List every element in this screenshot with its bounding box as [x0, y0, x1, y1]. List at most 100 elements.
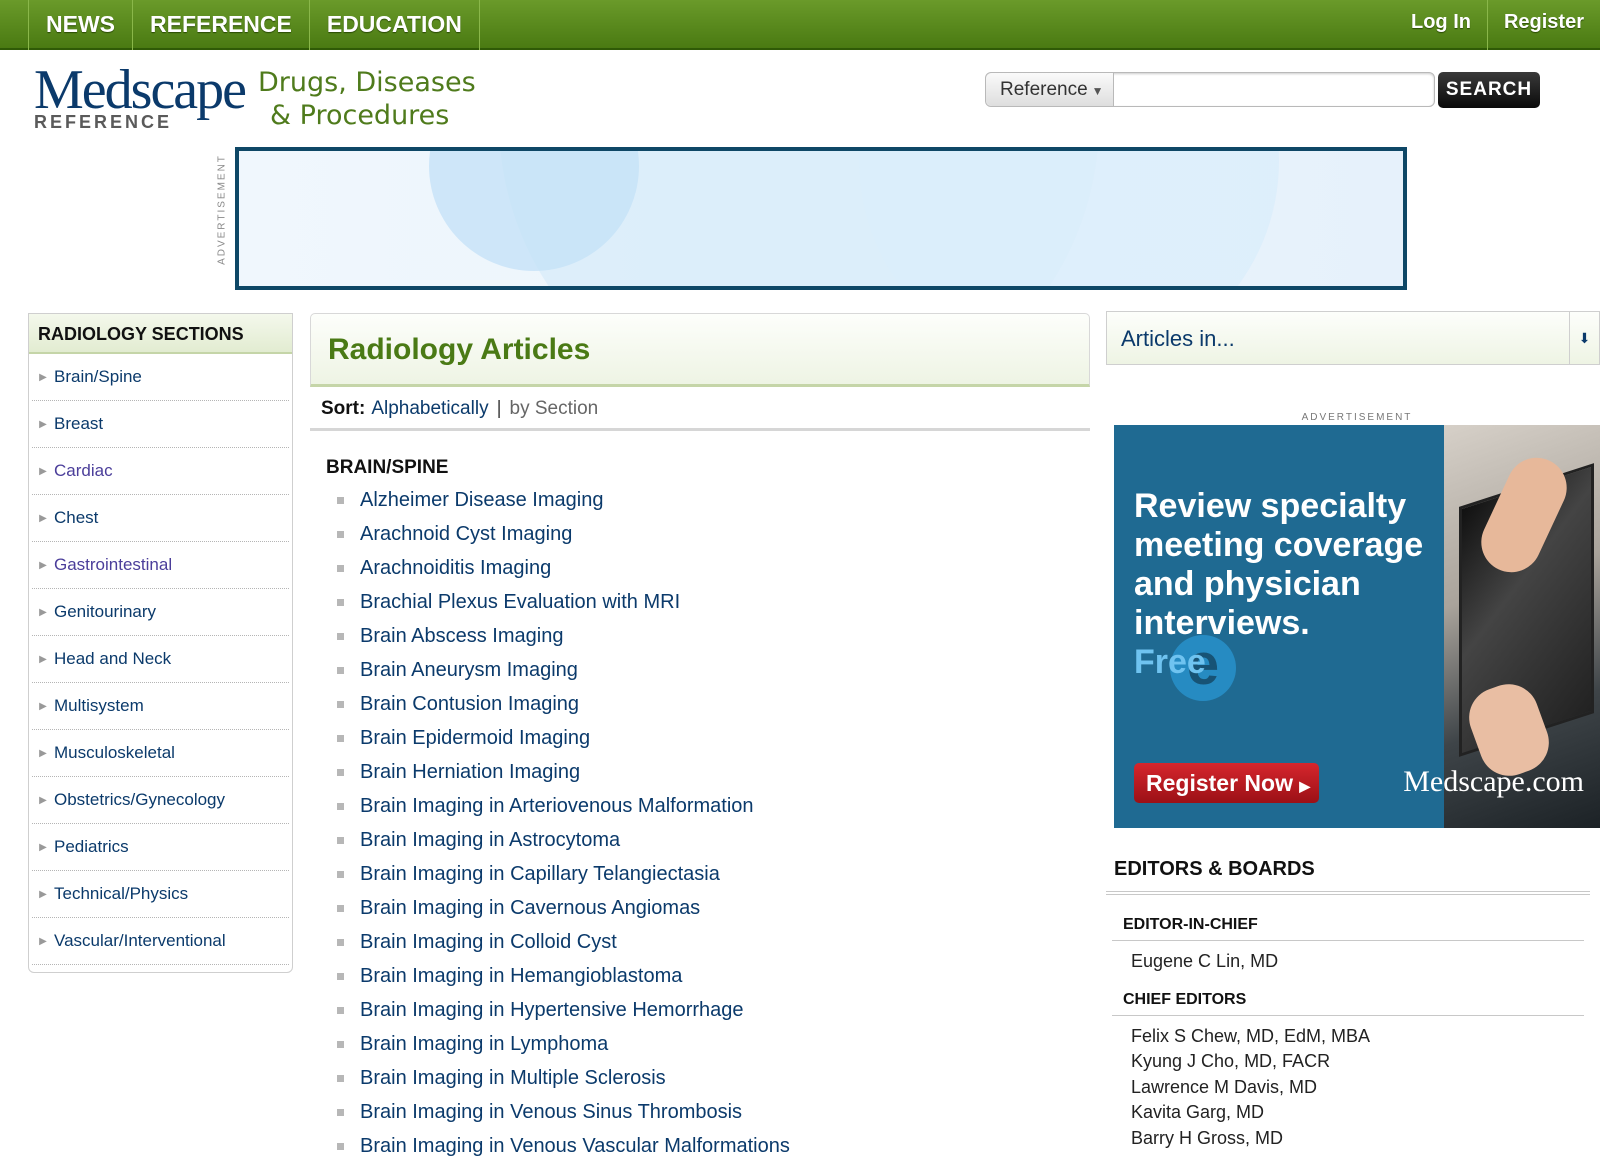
article-link[interactable]: Brain Imaging in Hemangioblastoma	[310, 959, 1090, 993]
article-title: Arachnoid Cyst Imaging	[360, 522, 573, 545]
bullet-icon	[337, 1006, 344, 1014]
article-link[interactable]: Brain Imaging in Cavernous Angiomas	[310, 891, 1090, 925]
sidebar-item-label: Cardiac	[54, 461, 113, 480]
article-link[interactable]: Brain Aneurysm Imaging	[310, 653, 1090, 687]
chief-editor-name[interactable]: Kyung J Cho, MD, FACR	[1106, 1049, 1590, 1075]
editor-in-chief-name[interactable]: Eugene C Lin, MD	[1106, 949, 1590, 975]
article-title: Brain Imaging in Venous Sinus Thrombosis	[360, 1100, 743, 1123]
sidebar-item-pediatrics[interactable]: ▶ Pediatrics	[32, 824, 289, 871]
register-link[interactable]: Register	[1486, 0, 1600, 50]
chevron-right-icon: ▶	[39, 559, 47, 571]
search-scope-value: Reference	[1000, 79, 1088, 100]
sidebar-item-label: Brain/Spine	[54, 367, 142, 386]
article-link[interactable]: Brain Imaging in Capillary Telangiectasi…	[310, 857, 1090, 891]
sidebar-item-breast[interactable]: ▶ Breast	[32, 401, 289, 448]
article-link[interactable]: Brain Imaging in Hypertensive Hemorrhage	[310, 993, 1090, 1027]
article-list: Alzheimer Disease Imaging Arachnoid Cyst …	[310, 483, 1090, 1163]
search-scope-select[interactable]: Reference ▼	[986, 73, 1114, 106]
article-link[interactable]: Brain Contusion Imaging	[310, 687, 1090, 721]
sort-label: Sort:	[321, 398, 366, 419]
bullet-icon	[337, 1142, 344, 1150]
sidebar-item-vascular-interventional[interactable]: ▶ Vascular/Interventional	[32, 918, 289, 965]
sidebar-item-genitourinary[interactable]: ▶ Genitourinary	[32, 589, 289, 636]
bullet-icon	[337, 632, 344, 640]
article-title: Brain Imaging in Multiple Sclerosis	[360, 1066, 666, 1089]
article-link[interactable]: Alzheimer Disease Imaging	[310, 483, 1090, 517]
bullet-icon	[337, 836, 344, 844]
sidebar-item-cardiac[interactable]: ▶ Cardiac	[32, 448, 289, 495]
article-link[interactable]: Brain Abscess Imaging	[310, 619, 1090, 653]
bullet-icon	[337, 564, 344, 572]
tab-news[interactable]: NEWS	[28, 0, 132, 50]
register-now-label: Register Now	[1146, 770, 1293, 796]
bullet-icon	[337, 700, 344, 708]
bullet-icon	[337, 938, 344, 946]
sidebar-item-gastrointestinal[interactable]: ▶ Gastrointestinal	[32, 542, 289, 589]
chevron-down-icon: ▼	[1091, 84, 1104, 98]
sidebar-item-label: Chest	[54, 508, 99, 527]
sort-by-section-link[interactable]: by Section	[510, 398, 599, 419]
medscape-logo[interactable]: Medscape REFERENCE	[34, 62, 254, 132]
article-link[interactable]: Brain Epidermoid Imaging	[310, 721, 1090, 755]
sidebar-item-brain-spine[interactable]: ▶ Brain/Spine	[32, 354, 289, 401]
sidebar-item-obstetrics-gynecology[interactable]: ▶ Obstetrics/Gynecology	[32, 777, 289, 824]
article-link[interactable]: Brain Imaging in Venous Sinus Thrombosis	[310, 1095, 1090, 1129]
sort-alphabetically-link[interactable]: Alphabetically	[371, 398, 488, 419]
article-link[interactable]: Brain Imaging in Colloid Cyst	[310, 925, 1090, 959]
bullet-icon	[337, 802, 344, 810]
article-link[interactable]: Brain Imaging in Astrocytoma	[310, 823, 1090, 857]
sidebar-item-musculoskeletal[interactable]: ▶ Musculoskeletal	[32, 730, 289, 777]
sidebar-list: ▶ Brain/Spine ▶ Breast ▶ Cardiac ▶ Chest ▶ Ga…	[29, 354, 292, 965]
sidebar-item-label: Head and Neck	[54, 649, 172, 668]
chevron-right-icon: ▶	[39, 794, 47, 806]
chief-editor-name[interactable]: Felix S Chew, MD, EdM, MBA	[1106, 1024, 1590, 1050]
chevron-right-icon: ▶	[39, 747, 47, 759]
articles-in-dropdown[interactable]: Articles in... ⬇	[1106, 311, 1600, 365]
chief-editor-name[interactable]: Barry H Gross, MD	[1106, 1126, 1590, 1152]
bullet-icon	[337, 1074, 344, 1082]
article-link[interactable]: Brain Imaging in Lymphoma	[310, 1027, 1090, 1061]
chevron-right-icon: ▶	[39, 465, 47, 477]
sidebar-item-chest[interactable]: ▶ Chest	[32, 495, 289, 542]
tab-education[interactable]: EDUCATION	[308, 0, 480, 50]
article-title: Brain Imaging in Hemangioblastoma	[360, 964, 683, 987]
article-link[interactable]: Arachnoiditis Imaging	[310, 551, 1090, 585]
main-header: Radiology Articles	[310, 313, 1090, 387]
article-title: Brain Herniation Imaging	[360, 760, 581, 783]
article-link[interactable]: Brain Imaging in Venous Vascular Malform…	[310, 1129, 1090, 1163]
article-title: Arachnoiditis Imaging	[360, 556, 552, 579]
article-link[interactable]: Arachnoid Cyst Imaging	[310, 517, 1090, 551]
search-button[interactable]: SEARCH	[1438, 72, 1540, 108]
articles-in-label: Articles in...	[1121, 326, 1235, 351]
bullet-icon	[337, 598, 344, 606]
main-content: Radiology Articles Sort: Alphabetically | b…	[310, 313, 1090, 1163]
sidebar-item-multisystem[interactable]: ▶ Multisystem	[32, 683, 289, 730]
play-arrow-icon: ▶	[1299, 778, 1311, 794]
side-ad[interactable]: Review specialty meeting coverage and ph…	[1114, 425, 1600, 828]
radiology-sections-sidebar: RADIOLOGY SECTIONS ▶ Brain/Spine ▶ Breast …	[28, 313, 293, 973]
sidebar-item-technical-physics[interactable]: ▶ Technical/Physics	[32, 871, 289, 918]
login-link[interactable]: Log In	[1395, 0, 1487, 50]
bullet-icon	[337, 734, 344, 742]
sidebar-item-head-and-neck[interactable]: ▶ Head and Neck	[32, 636, 289, 683]
chief-editor-name[interactable]: Kavita Garg, MD	[1106, 1100, 1590, 1126]
article-title: Brain Imaging in Arteriovenous Malformat…	[360, 794, 754, 817]
top-ad-banner[interactable]	[235, 147, 1407, 290]
search-input[interactable]	[1114, 73, 1434, 106]
bullet-icon	[337, 972, 344, 980]
sidebar-item-label: Breast	[54, 414, 104, 433]
article-title: Brain Imaging in Hypertensive Hemorrhage	[360, 998, 744, 1021]
article-link[interactable]: Brain Imaging in Multiple Sclerosis	[310, 1061, 1090, 1095]
ad-free-text: Free	[1134, 643, 1206, 681]
article-link[interactable]: Brain Imaging in Arteriovenous Malformat…	[310, 789, 1090, 823]
tab-reference[interactable]: REFERENCE	[132, 0, 309, 50]
register-now-button[interactable]: Register Now ▶	[1134, 763, 1319, 803]
ad-label: ADVERTISEMENT	[1301, 412, 1413, 423]
sidebar-item-label: Multisystem	[54, 696, 144, 715]
site-tagline: Drugs, Diseases & Procedures	[258, 66, 476, 132]
arrow-down-icon[interactable]: ⬇	[1569, 312, 1599, 364]
chief-editor-name[interactable]: Lawrence M Davis, MD	[1106, 1075, 1590, 1101]
article-link[interactable]: Brachial Plexus Evaluation with MRI	[310, 585, 1090, 619]
chevron-right-icon: ▶	[39, 512, 47, 524]
article-link[interactable]: Brain Herniation Imaging	[310, 755, 1090, 789]
